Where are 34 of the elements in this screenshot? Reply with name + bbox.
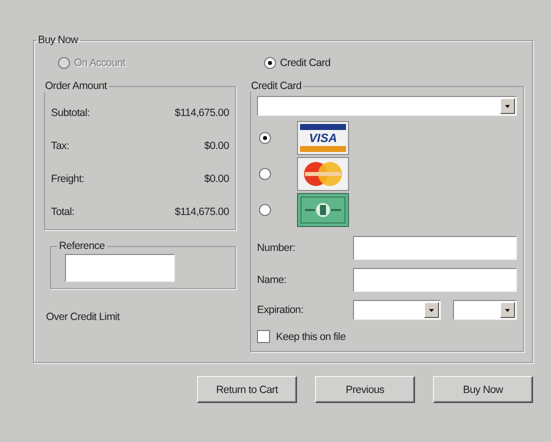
reference-field[interactable]: [65, 254, 175, 282]
panel-title: Order Amount: [44, 80, 108, 92]
card-type-option[interactable]: VISA: [257, 120, 517, 156]
group-title: Buy Now: [37, 34, 80, 46]
keep-on-file-checkbox[interactable]: Keep this on file: [257, 330, 517, 343]
field-label: Name:: [257, 274, 286, 286]
status-text: Over Credit Limit: [45, 311, 121, 323]
card-number-field[interactable]: [353, 236, 517, 260]
dialog-button[interactable]: Previous: [315, 376, 415, 403]
amount-label: Total:: [51, 206, 74, 218]
card-dropdown[interactable]: [257, 96, 517, 116]
dropdown-arrow-icon: [429, 308, 434, 312]
amount-value: $0.00: [204, 140, 229, 152]
payment-radio[interactable]: Credit Card: [250, 52, 524, 74]
amount-label: Subtotal:: [51, 106, 90, 118]
card-name-field[interactable]: [353, 268, 517, 292]
field-label: Expiration:: [257, 304, 304, 316]
mastercard-card-icon: [297, 157, 349, 191]
amount-value: $0.00: [204, 172, 229, 184]
dialog-button[interactable]: Buy Now: [433, 376, 533, 403]
panel-title: Credit Card: [250, 80, 302, 92]
payment-card-icon: [297, 193, 349, 227]
amount-value: $114,675.00: [174, 106, 229, 118]
amount-value: $114,675.00: [174, 206, 229, 218]
dialog-button[interactable]: Return to Cart: [197, 376, 297, 403]
dropdown-arrow-icon: [505, 104, 510, 108]
dropdown-arrow-icon: [505, 308, 510, 312]
panel-title: Reference: [58, 240, 106, 252]
month-dropdown[interactable]: [353, 300, 441, 320]
field-label: Number:: [257, 242, 296, 254]
visa-card-icon: VISA: [297, 121, 349, 155]
amount-label: Tax:: [51, 140, 70, 152]
amount-label: Freight:: [51, 172, 84, 184]
year-dropdown[interactable]: [453, 300, 517, 320]
